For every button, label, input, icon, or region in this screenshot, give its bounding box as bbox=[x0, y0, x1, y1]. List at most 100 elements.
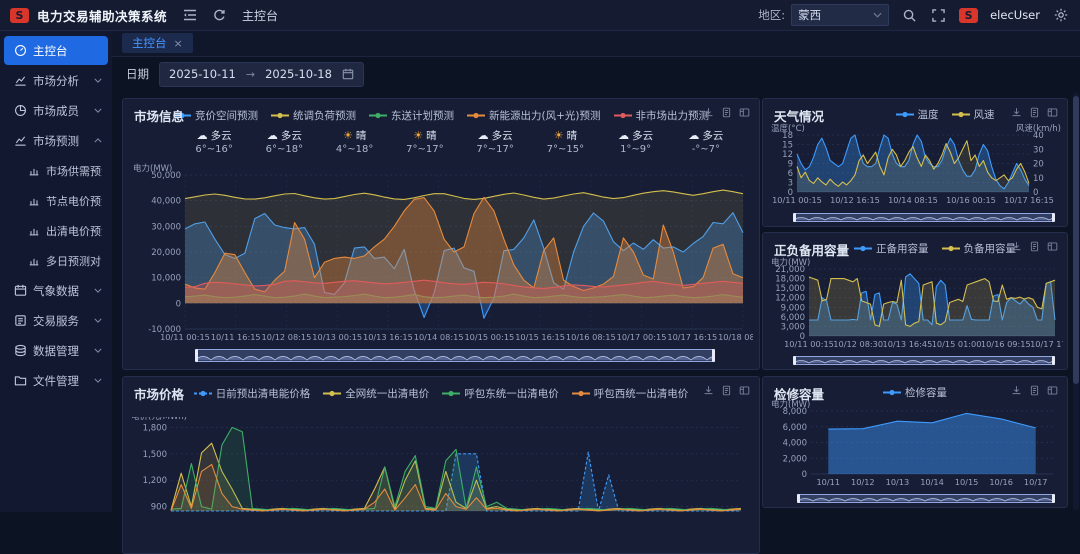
svg-text:3: 3 bbox=[788, 179, 793, 189]
legend-label: 负备用容量 bbox=[964, 241, 1017, 256]
search-icon[interactable] bbox=[903, 9, 916, 22]
weather-day: ☁多云7°~17° bbox=[460, 129, 530, 159]
panel-market-info: 市场信息 竞价空间预测统调负荷预测东送计划预测新能源出力(风+光)预测非市场出力… bbox=[122, 98, 760, 370]
vertical-scrollbar-thumb[interactable] bbox=[1073, 96, 1079, 384]
legend-label: 竞价空间预测 bbox=[195, 108, 258, 123]
sun-icon: ☀ bbox=[343, 129, 353, 142]
refresh-icon[interactable] bbox=[213, 9, 226, 22]
svg-text:15: 15 bbox=[782, 141, 793, 151]
gauge-icon-icon bbox=[14, 44, 27, 57]
document-icon[interactable] bbox=[1029, 107, 1040, 118]
chart-canvas[interactable]: -10,000010,00020,00030,00040,00050,00010… bbox=[129, 161, 753, 345]
svg-text:10/12 08:15: 10/12 08:15 bbox=[262, 332, 312, 342]
card-icon[interactable] bbox=[739, 107, 750, 118]
legend-item[interactable]: 风速 bbox=[952, 107, 995, 122]
chart-canvas[interactable]: 9001,2001,5001,800电价(元/MWh) bbox=[127, 417, 751, 554]
sidebar-subitem-3-1[interactable]: 节点电价预测 bbox=[4, 186, 108, 215]
legend-item[interactable]: 日前预出清电能价格 bbox=[194, 386, 311, 401]
svg-text:2,000: 2,000 bbox=[783, 454, 807, 464]
legend-label: 呼包西统一出清电价 bbox=[594, 386, 689, 401]
fullscreen-icon[interactable] bbox=[932, 9, 945, 22]
panel-actions bbox=[703, 107, 750, 118]
chevron-up-icon bbox=[94, 138, 102, 143]
sidebar-item-5[interactable]: 交易服务 bbox=[4, 306, 108, 335]
cloud-icon: ☁ bbox=[267, 129, 278, 142]
sidebar-item-4[interactable]: 气象数据 bbox=[4, 276, 108, 305]
username[interactable]: elecUser bbox=[990, 8, 1040, 22]
svg-text:10/13 16:15: 10/13 16:15 bbox=[363, 332, 413, 342]
main-area: 主控台 × 日期 2025-10-11 → 2025-10-18 市场信息 竞价… bbox=[112, 30, 1080, 512]
date-range-picker[interactable]: 2025-10-11 → 2025-10-18 bbox=[159, 62, 364, 87]
svg-text:12: 12 bbox=[782, 150, 793, 160]
cal-icon-icon bbox=[14, 284, 27, 297]
chevron-down-icon bbox=[94, 378, 102, 383]
chart-legend: 竞价空间预测 统调负荷预测 东送计划预测 新能源出力(风+光)预测非市场出力预测 bbox=[123, 108, 759, 123]
legend-item[interactable]: 全网统一出清电价 bbox=[323, 386, 429, 401]
legend-label: 新能源出力(风+光)预测 bbox=[489, 108, 601, 123]
download-icon[interactable] bbox=[1011, 241, 1022, 252]
download-icon[interactable] bbox=[703, 107, 714, 118]
legend-item[interactable]: 统调负荷预测 bbox=[271, 108, 356, 123]
svg-text:10/17: 10/17 bbox=[1024, 477, 1048, 487]
document-icon[interactable] bbox=[1029, 385, 1040, 396]
legend-item[interactable]: 温度 bbox=[896, 107, 939, 122]
chart-canvas[interactable]: 036912151801020304010/11 00:1510/12 16:1… bbox=[767, 121, 1063, 206]
svg-text:10/15: 10/15 bbox=[955, 477, 979, 487]
legend-item[interactable]: 非市场出力预测 bbox=[614, 108, 710, 123]
legend-item[interactable]: 负备用容量 bbox=[942, 241, 1017, 256]
datazoom-slider[interactable] bbox=[195, 349, 715, 362]
sidebar-item-6[interactable]: 数据管理 bbox=[4, 336, 108, 365]
breadcrumb[interactable]: 主控台 bbox=[242, 7, 278, 24]
menu-fold-icon[interactable] bbox=[183, 9, 197, 21]
document-icon[interactable] bbox=[721, 385, 732, 396]
region-select[interactable]: 蒙西 bbox=[791, 4, 889, 26]
legend-label: 东送计划预测 bbox=[391, 108, 454, 123]
card-icon[interactable] bbox=[1047, 385, 1058, 396]
chevron-down-icon bbox=[94, 108, 102, 113]
sidebar-item-0[interactable]: 主控台 bbox=[4, 36, 108, 65]
chart-canvas[interactable]: 02,0004,0006,0008,00010/1110/1210/1310/1… bbox=[767, 399, 1063, 487]
datazoom-slider[interactable] bbox=[793, 213, 1055, 222]
date-start-value[interactable]: 2025-10-11 bbox=[169, 67, 236, 81]
legend-item[interactable]: 呼包西统一出清电价 bbox=[572, 386, 689, 401]
legend-item[interactable]: 呼包东统一出清电价 bbox=[442, 386, 559, 401]
datazoom-slider[interactable] bbox=[793, 356, 1055, 365]
legend-item[interactable]: 新能源出力(风+光)预测 bbox=[467, 108, 601, 123]
card-icon[interactable] bbox=[1047, 107, 1058, 118]
document-icon[interactable] bbox=[721, 107, 732, 118]
datazoom-slider[interactable] bbox=[797, 494, 1055, 503]
legend-item[interactable]: 正备用容量 bbox=[854, 241, 929, 256]
panel-title: 检修容量 bbox=[774, 384, 824, 403]
sidebar-subitem-3-2[interactable]: 出清电价预测 bbox=[4, 216, 108, 245]
date-end-value[interactable]: 2025-10-18 bbox=[265, 67, 332, 81]
card-icon[interactable] bbox=[1047, 241, 1058, 252]
download-icon[interactable] bbox=[1011, 385, 1022, 396]
svg-text:10/16 09:15: 10/16 09:15 bbox=[981, 339, 1031, 349]
sidebar-item-3[interactable]: 市场预测 bbox=[4, 126, 108, 155]
legend-item[interactable]: 竞价空间预测 bbox=[173, 108, 258, 123]
svg-text:10/15 00:15: 10/15 00:15 bbox=[464, 332, 514, 342]
chart-canvas[interactable]: 03,0006,0009,00012,00015,00018,00021,000… bbox=[767, 257, 1063, 349]
tab-console[interactable]: 主控台 × bbox=[122, 33, 193, 53]
legend-item[interactable]: 东送计划预测 bbox=[369, 108, 454, 123]
legend-label: 日前预出清电能价格 bbox=[216, 386, 311, 401]
sidebar-item-1[interactable]: 市场分析 bbox=[4, 66, 108, 95]
sidebar-item-7[interactable]: 文件管理 bbox=[4, 366, 108, 395]
calendar-icon bbox=[342, 68, 354, 80]
sidebar-subitem-label: 出清电价预测 bbox=[46, 223, 102, 239]
download-icon[interactable] bbox=[1011, 107, 1022, 118]
tab-close-icon[interactable]: × bbox=[174, 37, 183, 50]
document-icon[interactable] bbox=[1029, 241, 1040, 252]
sidebar-subitem-3-0[interactable]: 市场供需预测 bbox=[4, 156, 108, 185]
svg-text:3,000: 3,000 bbox=[781, 322, 805, 332]
weather-temp-range: 7°~17° bbox=[460, 143, 530, 156]
settings-gear-icon[interactable] bbox=[1054, 8, 1068, 22]
legend-item[interactable]: 检修容量 bbox=[883, 385, 947, 400]
sidebar-subitem-3-3[interactable]: 多日预测对比 bbox=[4, 246, 108, 275]
sidebar-item-2[interactable]: 市场成员 bbox=[4, 96, 108, 125]
weather-day: ☁多云1°~9° bbox=[601, 129, 671, 159]
svg-text:40,000: 40,000 bbox=[151, 197, 181, 207]
download-icon[interactable] bbox=[703, 385, 714, 396]
card-icon[interactable] bbox=[739, 385, 750, 396]
legend-label: 统调负荷预测 bbox=[293, 108, 356, 123]
